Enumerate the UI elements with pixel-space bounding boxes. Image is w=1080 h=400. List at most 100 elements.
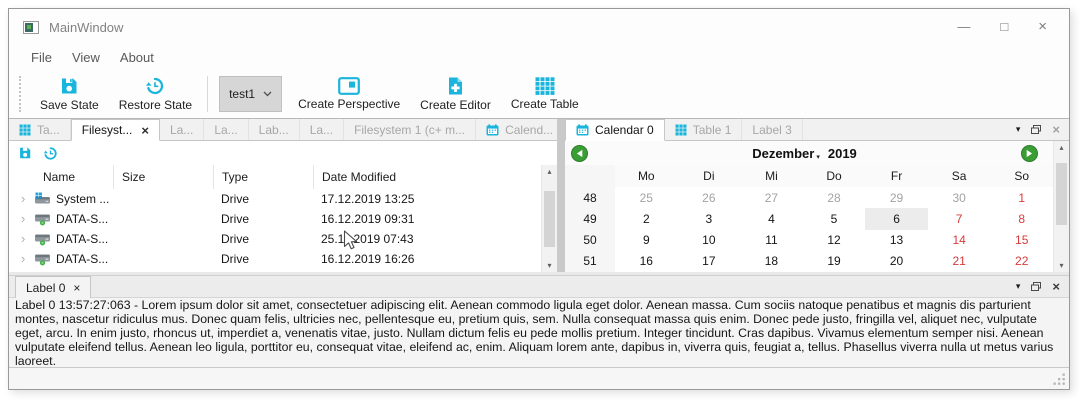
- tab-label-3[interactable]: Lab...: [249, 119, 300, 140]
- maximize-button[interactable]: □: [1000, 19, 1008, 35]
- tab-calendar[interactable]: Calend...: [476, 119, 564, 140]
- tab-label3[interactable]: Label 3: [742, 119, 802, 140]
- calendar-day[interactable]: 19: [803, 254, 866, 268]
- panel-restore-icon[interactable]: [43, 146, 58, 161]
- tab-table-0[interactable]: Ta...: [9, 119, 71, 140]
- calendar-day-selected[interactable]: 6: [865, 208, 928, 229]
- calendar-week-row: 51 16 17 18 19 20 21 22: [565, 251, 1053, 272]
- calendar-day[interactable]: 13: [865, 233, 928, 247]
- tab-filesystem-1[interactable]: Filesystem 1 (c+ m...: [344, 119, 476, 140]
- create-table-button[interactable]: Create Table: [501, 75, 589, 113]
- calendar-day[interactable]: 3: [678, 212, 741, 226]
- tab-filesystem-active[interactable]: Filesyst... ×: [71, 119, 160, 141]
- calendar-day[interactable]: 14: [928, 233, 991, 247]
- tab-label-1[interactable]: La...: [160, 119, 204, 140]
- expand-chevron-icon[interactable]: ›: [21, 194, 29, 204]
- filesystem-scrollbar[interactable]: ▴ ▾: [541, 165, 557, 272]
- close-button[interactable]: ×: [1038, 19, 1047, 35]
- save-state-button[interactable]: Save State: [30, 74, 109, 114]
- expand-chevron-icon[interactable]: ›: [21, 234, 29, 244]
- minimize-button[interactable]: —: [957, 19, 970, 35]
- calendar-day[interactable]: 28: [803, 191, 866, 205]
- toolbar-drag-handle[interactable]: [19, 76, 24, 112]
- column-header-type[interactable]: Type: [213, 165, 313, 189]
- column-header-name[interactable]: Name: [9, 165, 113, 189]
- dock-float-icon[interactable]: [1031, 282, 1041, 291]
- next-month-button[interactable]: [1021, 145, 1038, 162]
- scroll-up-icon[interactable]: ▴: [547, 167, 551, 176]
- month-dropdown-icon[interactable]: ▾: [816, 153, 820, 161]
- calendar-day[interactable]: 9: [615, 233, 678, 247]
- calendar-day[interactable]: 17: [678, 254, 741, 268]
- perspective-dropdown[interactable]: test1: [219, 76, 282, 112]
- restore-state-button[interactable]: Restore State: [109, 74, 202, 114]
- calendar-day[interactable]: 29: [865, 191, 928, 205]
- calendar-day[interactable]: 5: [803, 212, 866, 226]
- calendar-day[interactable]: 20: [865, 254, 928, 268]
- data-drive-icon: [34, 252, 51, 266]
- scroll-up-icon[interactable]: ▴: [1059, 143, 1063, 152]
- row-modified: 16.12.2019 16:26: [313, 252, 541, 266]
- tab-table-1[interactable]: Table 1: [665, 119, 743, 140]
- tab-label-0[interactable]: Label 0 ×: [15, 276, 91, 298]
- day-header: Mo: [615, 169, 678, 183]
- tab-calendar-0[interactable]: Calendar 0: [565, 119, 665, 141]
- menu-view[interactable]: View: [62, 48, 110, 67]
- calendar-day[interactable]: 2: [615, 212, 678, 226]
- calendar-day[interactable]: 22: [990, 254, 1053, 268]
- calendar-day[interactable]: 10: [678, 233, 741, 247]
- dock-close-icon[interactable]: ×: [1052, 122, 1060, 137]
- tab-close-icon[interactable]: ×: [141, 123, 149, 138]
- calendar-day[interactable]: 25: [615, 191, 678, 205]
- table-row[interactable]: › DATA-S... Drive 16.12.2019 09:31: [9, 209, 541, 229]
- table-row[interactable]: › System ... Drive 17.12.2019 13:25: [9, 189, 541, 209]
- panel-save-icon[interactable]: [18, 146, 32, 160]
- scrollbar-thumb[interactable]: [1056, 163, 1067, 225]
- calendar-day[interactable]: 1: [990, 191, 1053, 205]
- dock-area: Ta... Filesyst... × La... La... Lab... L…: [9, 119, 1069, 272]
- scroll-down-icon[interactable]: ▾: [1059, 261, 1063, 270]
- calendar-day[interactable]: 4: [740, 212, 803, 226]
- resize-grip[interactable]: [1053, 373, 1066, 386]
- dock-float-icon[interactable]: [1031, 125, 1041, 134]
- menu-about[interactable]: About: [110, 48, 164, 67]
- dock-menu-arrow-icon[interactable]: ▾: [1016, 281, 1021, 292]
- menu-file[interactable]: File: [21, 48, 62, 67]
- year-label[interactable]: 2019: [828, 146, 857, 161]
- calendar-day[interactable]: 27: [740, 191, 803, 205]
- calendar-day[interactable]: 15: [990, 233, 1053, 247]
- vertical-splitter[interactable]: [557, 119, 565, 272]
- filesystem-panel: Name Size Type Date Modified › System ..…: [9, 141, 557, 272]
- create-editor-button[interactable]: Create Editor: [410, 74, 501, 114]
- table-row[interactable]: › DATA-S... Drive 16.12.2019 16:26: [9, 249, 541, 269]
- dock-close-icon[interactable]: ×: [1052, 279, 1060, 294]
- tab-label-2[interactable]: La...: [204, 119, 248, 140]
- app-icon: [23, 21, 39, 34]
- calendar-day[interactable]: 26: [678, 191, 741, 205]
- tab-close-icon[interactable]: ×: [73, 281, 80, 295]
- calendar-day[interactable]: 30: [928, 191, 991, 205]
- week-number: 50: [565, 230, 615, 251]
- create-editor-label: Create Editor: [420, 98, 491, 112]
- calendar-scrollbar[interactable]: ▴ ▾: [1053, 141, 1069, 272]
- data-drive-icon: [34, 232, 51, 246]
- calendar-day[interactable]: 12: [803, 233, 866, 247]
- column-header-modified[interactable]: Date Modified: [313, 165, 541, 189]
- calendar-day[interactable]: 16: [615, 254, 678, 268]
- column-header-size[interactable]: Size: [113, 165, 213, 189]
- expand-chevron-icon[interactable]: ›: [21, 214, 29, 224]
- calendar-day[interactable]: 7: [928, 212, 991, 226]
- calendar-day[interactable]: 21: [928, 254, 991, 268]
- table-row[interactable]: › DATA-S... Drive 25.11.2019 07:43: [9, 229, 541, 249]
- expand-chevron-icon[interactable]: ›: [21, 254, 29, 264]
- month-label[interactable]: Dezember: [752, 146, 814, 161]
- scrollbar-thumb[interactable]: [544, 191, 555, 247]
- tab-label-4[interactable]: La...: [300, 119, 344, 140]
- prev-month-button[interactable]: [571, 145, 588, 162]
- calendar-day[interactable]: 11: [740, 233, 803, 247]
- scroll-down-icon[interactable]: ▾: [547, 261, 551, 270]
- dock-menu-arrow-icon[interactable]: ▾: [1016, 124, 1021, 135]
- calendar-day[interactable]: 8: [990, 212, 1053, 226]
- calendar-day[interactable]: 18: [740, 254, 803, 268]
- create-perspective-button[interactable]: Create Perspective: [288, 75, 410, 113]
